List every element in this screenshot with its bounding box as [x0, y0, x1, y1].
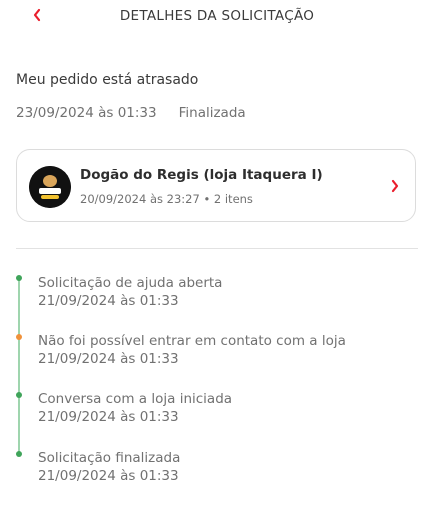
timeline-item-datetime: 21/09/2024 às 01:33: [38, 293, 179, 309]
timeline-item-title: Solicitação finalizada: [38, 450, 181, 466]
timeline-item-datetime: 21/09/2024 às 01:33: [38, 351, 179, 367]
store-name: Dogão do Regis (loja Itaquera I): [80, 167, 323, 183]
order-card[interactable]: Dogão do Regis (loja Itaquera I) 20/09/2…: [16, 149, 416, 222]
header: DETALHES DA SOLICITAÇÃO: [0, 0, 434, 34]
timeline-item-title: Solicitação de ajuda aberta: [38, 275, 223, 291]
timeline-item-datetime: 21/09/2024 às 01:33: [38, 468, 179, 484]
request-status: Finalizada: [178, 105, 246, 121]
request-datetime: 23/09/2024 às 01:33: [16, 105, 157, 121]
order-info: 20/09/2024 às 23:27 • 2 itens: [80, 192, 253, 206]
timeline-dot: [16, 334, 22, 340]
timeline-dot: [16, 451, 22, 457]
order-items-count: 2 itens: [213, 192, 253, 206]
info-separator: •: [203, 192, 211, 206]
timeline-dot: [16, 392, 22, 398]
timeline-item-datetime: 21/09/2024 às 01:33: [38, 409, 179, 425]
timeline-dot: [16, 275, 22, 281]
timeline-connector: [18, 278, 20, 456]
request-meta: 23/09/2024 às 01:33 Finalizada: [16, 105, 246, 121]
timeline-item: Solicitação finalizada 21/09/2024 às 01:…: [38, 449, 180, 485]
request-subject: Meu pedido está atrasado: [16, 72, 199, 88]
timeline-item: Solicitação de ajuda aberta 21/09/2024 à…: [38, 274, 222, 310]
page-title: DETALHES DA SOLICITAÇÃO: [119, 8, 315, 24]
timeline-item: Não foi possível entrar em contato com a…: [38, 332, 346, 368]
timeline-item-title: Não foi possível entrar em contato com a…: [38, 333, 346, 349]
store-logo: [29, 166, 71, 208]
divider: [16, 248, 418, 249]
order-date: 20/09/2024 às 23:27: [80, 192, 200, 206]
chevron-right-icon: [391, 179, 399, 193]
timeline-item-title: Conversa com a loja iniciada: [38, 391, 233, 407]
timeline-item: Conversa com a loja iniciada 21/09/2024 …: [38, 390, 232, 426]
